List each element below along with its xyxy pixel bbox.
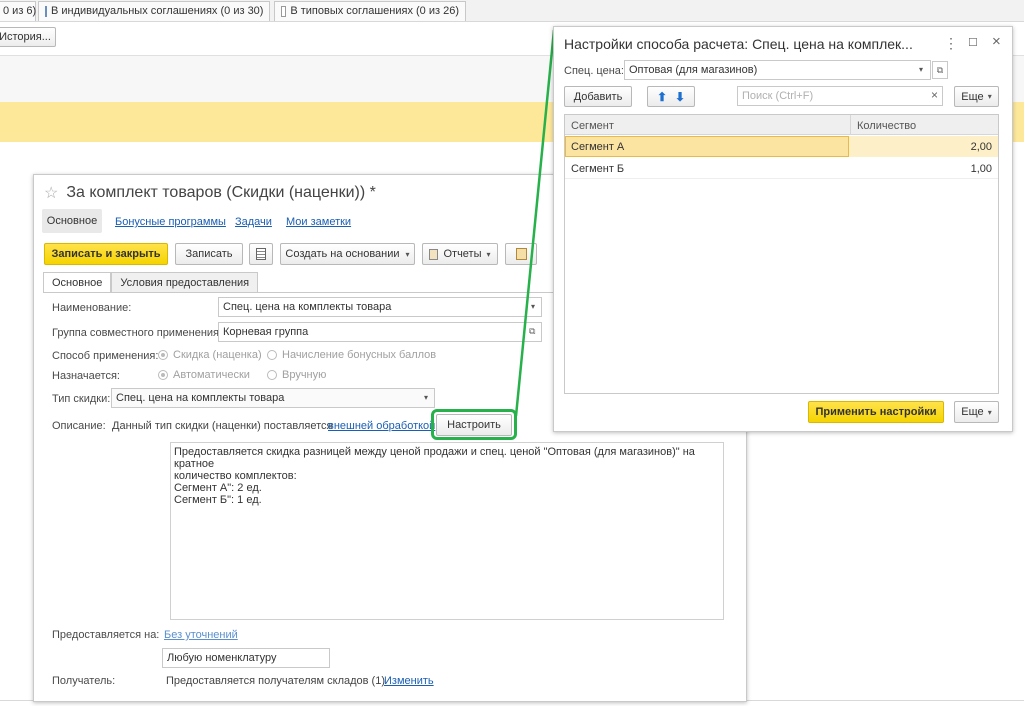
more-label: Еще (961, 90, 984, 103)
chevron-down-icon[interactable]: ▾ (919, 65, 923, 74)
add-label: Добавить (573, 90, 623, 103)
settings-dialog: Настройки способа расчета: Спец. цена на… (553, 26, 1013, 432)
segment-cell: Сегмент Б (571, 163, 625, 175)
price-value: Оптовая (для магазинов) (629, 64, 758, 76)
column-header-segment[interactable]: Сегмент (571, 120, 614, 132)
connector-stroke (514, 29, 556, 417)
price-input[interactable]: Оптовая (для магазинов) (624, 60, 931, 80)
quantity-cell: 1,00 (970, 163, 992, 175)
add-button[interactable]: Добавить (564, 86, 632, 107)
arrow-up-icon[interactable]: ⬆ (657, 90, 667, 104)
open-icon[interactable]: ⧉ (932, 61, 948, 79)
chevron-down-icon: ▾ (987, 92, 992, 101)
apply-settings-label: Применить настройки (815, 406, 937, 418)
more-label: Еще (961, 406, 984, 418)
search-input[interactable]: Поиск (Ctrl+F) (737, 86, 943, 106)
close-icon[interactable]: × (992, 33, 1001, 50)
more-icon[interactable]: ⋮ (944, 35, 958, 52)
apply-settings-button[interactable]: Применить настройки (808, 401, 944, 423)
quantity-cell: 2,00 (970, 141, 992, 153)
table-row[interactable]: Сегмент А 2,00 (565, 136, 998, 157)
price-label: Спец. цена: (564, 65, 624, 77)
table-row[interactable]: Сегмент Б 1,00 (565, 158, 998, 179)
arrow-down-icon[interactable]: ⬇ (675, 90, 685, 104)
segments-table: Сегмент Количество Сегмент А 2,00 Сегмен… (564, 114, 999, 394)
dialog-title: Настройки способа расчета: Спец. цена на… (564, 36, 913, 52)
more-button-bottom[interactable]: Еще ▾ (954, 401, 999, 423)
more-button[interactable]: Еще ▾ (954, 86, 999, 107)
clear-search-icon[interactable]: × (931, 88, 938, 102)
column-separator (850, 115, 851, 135)
maximize-icon[interactable]: ☐ (968, 36, 978, 49)
segment-cell: Сегмент А (571, 141, 625, 153)
search-placeholder: Поиск (Ctrl+F) (742, 90, 814, 102)
move-buttons: ⬆ ⬇ (647, 86, 695, 107)
chevron-down-icon: ▾ (987, 407, 992, 417)
table-header (565, 115, 998, 135)
column-header-quantity[interactable]: Количество (857, 120, 916, 132)
